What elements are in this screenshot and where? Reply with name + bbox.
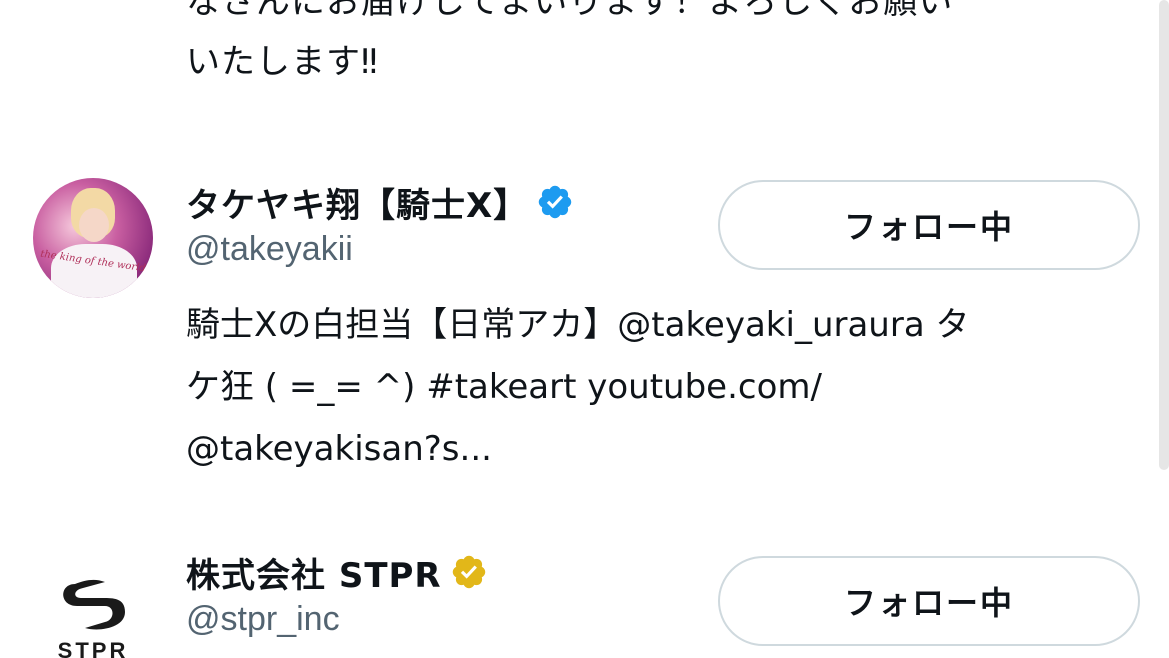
follow-list-page: なさんにお届けしてまいります！よろしくお願い いたします‼ the king o…: [0, 0, 1169, 658]
user-handle[interactable]: @stpr_inc: [186, 600, 340, 639]
verified-gold-badge-icon: [452, 555, 485, 589]
stpr-logo-text: STPR: [57, 638, 129, 658]
display-name[interactable]: 株式会社 STPR: [186, 548, 442, 597]
stpr-logo: STPR: [33, 558, 153, 658]
user-bio: 騎士Xの白担当【日常アカ】@takeyaki_uraura タ ケ狂 ( =_=…: [186, 305, 970, 469]
name-row: タケヤキ翔【騎士X】: [186, 178, 574, 226]
following-button[interactable]: フォロー中: [718, 556, 1140, 646]
following-button[interactable]: フォロー中: [718, 180, 1140, 270]
name-row: 株式会社 STPR: [186, 548, 488, 596]
user-cell[interactable]: the king of the world タケヤキ翔【騎士X】 @takeya…: [0, 178, 1169, 478]
profile-photo: the king of the world: [33, 178, 153, 298]
display-name[interactable]: タケヤキ翔【騎士X】: [186, 178, 528, 227]
stpr-mark-icon: [63, 579, 125, 630]
avatar[interactable]: the king of the world: [33, 178, 153, 298]
avatar[interactable]: STPR: [33, 558, 153, 658]
previous-user-bio: なさんにお届けしてまいります！よろしくお願い いたします‼: [186, 0, 954, 82]
scrollbar[interactable]: [1159, 0, 1169, 470]
verified-blue-badge-icon: [538, 185, 572, 219]
user-handle[interactable]: @takeyakii: [186, 230, 353, 269]
user-cell[interactable]: STPR 株式会社 STPR @stpr_inc フォロー中: [0, 548, 1169, 658]
